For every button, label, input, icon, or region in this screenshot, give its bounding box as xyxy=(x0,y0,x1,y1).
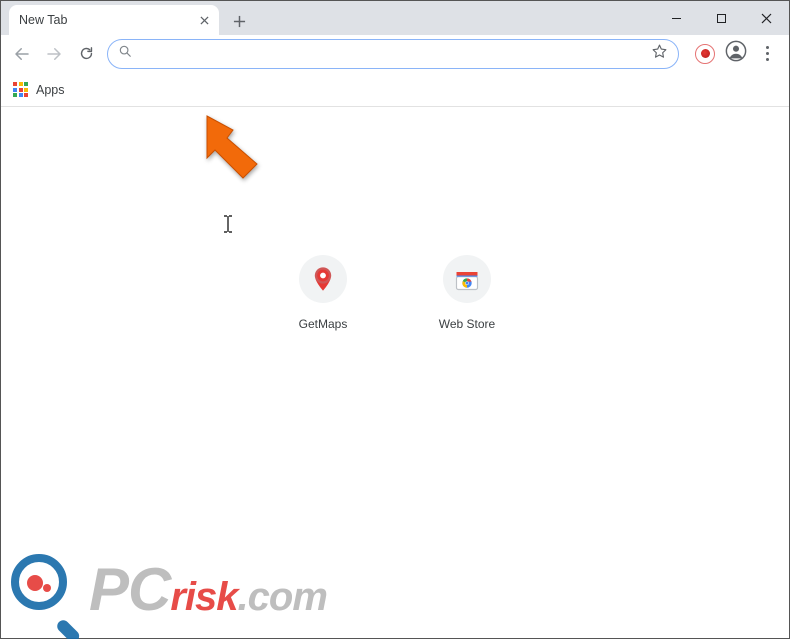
user-icon xyxy=(725,40,747,62)
apps-shortcut[interactable]: Apps xyxy=(13,82,65,97)
close-icon xyxy=(200,16,209,25)
arrow-right-icon xyxy=(45,45,63,63)
apps-icon xyxy=(13,82,28,97)
shortcut-tile xyxy=(443,255,491,303)
watermark-com: .com xyxy=(238,575,327,619)
watermark-text: PCrisk.com xyxy=(89,560,327,620)
back-button[interactable] xyxy=(7,39,37,69)
tab-strip: New Tab xyxy=(1,1,789,35)
new-tab-content: GetMaps Web Store xyxy=(1,107,789,638)
close-icon xyxy=(761,13,772,24)
tab-new-tab[interactable]: New Tab xyxy=(9,5,219,35)
forward-button[interactable] xyxy=(39,39,69,69)
annotation-arrow-icon xyxy=(193,108,273,188)
watermark-pc: PC xyxy=(89,556,170,623)
plus-icon xyxy=(233,15,246,28)
toolbar-right xyxy=(695,39,777,69)
new-tab-button[interactable] xyxy=(225,7,253,35)
menu-button[interactable] xyxy=(757,39,777,69)
close-tab-button[interactable] xyxy=(197,13,211,27)
close-window-button[interactable] xyxy=(744,1,789,35)
web-store-icon xyxy=(453,265,481,293)
bookmarks-bar: Apps xyxy=(1,73,789,107)
apps-label: Apps xyxy=(36,83,65,97)
minimize-icon xyxy=(671,13,682,24)
kebab-dot xyxy=(766,46,769,49)
kebab-dot xyxy=(766,52,769,55)
watermark: PCrisk.com xyxy=(11,554,327,626)
kebab-dot xyxy=(766,58,769,61)
shortcut-getmaps[interactable]: GetMaps xyxy=(277,255,369,331)
shortcut-label: GetMaps xyxy=(299,317,348,331)
arrow-left-icon xyxy=(13,45,31,63)
address-input[interactable] xyxy=(140,40,645,68)
minimize-button[interactable] xyxy=(654,1,699,35)
tab-title: New Tab xyxy=(19,13,67,27)
reload-icon xyxy=(78,45,95,62)
magnifier-icon xyxy=(11,554,83,626)
bookmark-star-button[interactable] xyxy=(651,43,668,65)
map-pin-icon xyxy=(309,265,337,293)
extension-icon xyxy=(701,49,710,58)
reload-button[interactable] xyxy=(71,39,101,69)
window-controls xyxy=(654,1,789,35)
text-cursor-icon xyxy=(224,215,232,233)
extension-button[interactable] xyxy=(695,44,715,64)
toolbar xyxy=(1,35,789,73)
star-icon xyxy=(651,43,668,60)
shortcut-web-store[interactable]: Web Store xyxy=(421,255,513,331)
profile-button[interactable] xyxy=(725,40,747,67)
shortcut-label: Web Store xyxy=(439,317,495,331)
browser-window: New Tab xyxy=(0,0,790,639)
address-bar[interactable] xyxy=(107,39,679,69)
maximize-button[interactable] xyxy=(699,1,744,35)
search-icon xyxy=(118,44,132,63)
shortcut-tile xyxy=(299,255,347,303)
watermark-risk: risk xyxy=(170,575,237,619)
maximize-icon xyxy=(716,13,727,24)
shortcut-grid: GetMaps Web Store xyxy=(277,255,513,331)
